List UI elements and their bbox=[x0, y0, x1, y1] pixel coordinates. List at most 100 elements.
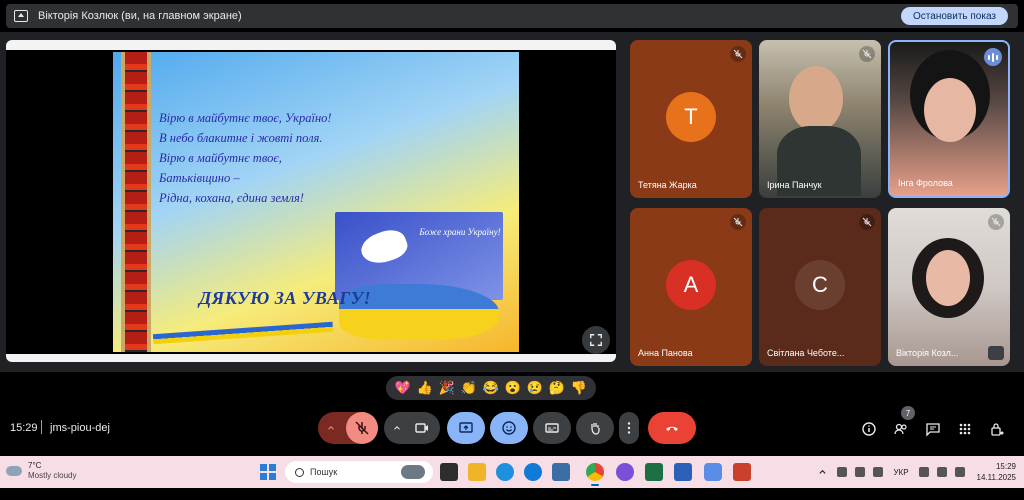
end-call-icon bbox=[666, 426, 678, 431]
tray-app-icon[interactable] bbox=[837, 467, 848, 477]
weather-condition: Mostly cloudy bbox=[28, 471, 77, 480]
wifi-icon[interactable] bbox=[918, 467, 929, 477]
taskbar-clock[interactable]: 15:29 14.11.2025 bbox=[977, 461, 1016, 483]
present-screen-icon bbox=[14, 10, 28, 22]
taskbar-search[interactable]: Пошук bbox=[285, 461, 433, 483]
camera-options-button[interactable] bbox=[384, 412, 440, 444]
mic-off-icon bbox=[988, 214, 1004, 230]
participant-video bbox=[926, 250, 970, 306]
reaction-thumbs-down[interactable]: 👎 bbox=[568, 380, 590, 396]
participant-video-tile[interactable]: Ірина Панчук bbox=[759, 40, 881, 198]
avatar: Т bbox=[666, 92, 716, 142]
participant-tile[interactable]: А Анна Панова bbox=[630, 208, 752, 366]
meeting-code: jms-piou-dej bbox=[50, 422, 110, 434]
chevron-up-icon bbox=[394, 426, 400, 430]
reaction-surprised[interactable]: 😮 bbox=[502, 380, 524, 396]
info-icon bbox=[862, 422, 876, 436]
reaction-thumbs-up[interactable]: 👍 bbox=[414, 380, 436, 396]
captions-icon bbox=[545, 423, 559, 433]
presentation-slide: Вірю в майбутнє твоє, Україно! В небо бл… bbox=[113, 52, 519, 352]
poem-line: В небо блакитне і жовті поля. bbox=[159, 131, 323, 145]
chrome-icon[interactable] bbox=[586, 463, 604, 486]
viber-icon[interactable] bbox=[616, 463, 634, 481]
participant-name: Інга Фролова bbox=[898, 178, 953, 188]
leave-call-button[interactable] bbox=[648, 412, 696, 444]
copilot-icon[interactable] bbox=[496, 463, 514, 481]
edge-icon[interactable] bbox=[524, 463, 542, 481]
shared-window-statusbar bbox=[6, 354, 616, 362]
self-video-tile[interactable]: Вікторія Козл... bbox=[888, 208, 1010, 366]
meeting-stage: Вірю в майбутнє твоє, Україно! В небо бл… bbox=[0, 32, 1024, 372]
slide-blessing: Боже храни Україну! bbox=[419, 227, 501, 237]
poem-line: Рідна, кохана, єдина земля! bbox=[159, 191, 304, 205]
language-indicator[interactable]: УКР bbox=[893, 468, 908, 477]
dove-image bbox=[357, 225, 411, 269]
participant-name: Світлана Чеботе... bbox=[767, 348, 845, 358]
fullscreen-button[interactable] bbox=[582, 326, 610, 354]
reaction-sad[interactable]: 😢 bbox=[524, 380, 546, 396]
weather-widget[interactable]: 7°C Mostly cloudy bbox=[6, 461, 76, 481]
mic-toggle-button[interactable] bbox=[346, 412, 378, 444]
emoji-button[interactable] bbox=[490, 412, 528, 444]
expand-icon bbox=[590, 334, 602, 346]
presenting-banner-text: Вікторія Козлюк (ви, на главном экране) bbox=[38, 10, 242, 22]
excel-icon[interactable] bbox=[645, 463, 663, 481]
onedrive-icon[interactable] bbox=[855, 467, 866, 477]
chat-button[interactable] bbox=[924, 420, 942, 438]
screen-share-view: Вірю в майбутнє твоє, Україно! В небо бл… bbox=[6, 40, 616, 362]
pen-icon[interactable] bbox=[873, 467, 884, 477]
speaking-indicator-icon bbox=[984, 48, 1002, 66]
reaction-heart[interactable]: 💖 bbox=[392, 380, 414, 396]
clock-date: 14.11.2025 bbox=[976, 473, 1016, 482]
word-icon[interactable] bbox=[674, 463, 692, 481]
windows-start-icon[interactable] bbox=[260, 464, 276, 480]
slide-thanks: ДЯКУЮ ЗА УВАГУ! bbox=[199, 288, 372, 308]
task-view-icon[interactable] bbox=[440, 463, 458, 481]
divider bbox=[41, 420, 42, 434]
participant-tile[interactable]: С Світлана Чеботе... bbox=[759, 208, 881, 366]
meeting-info-button[interactable] bbox=[860, 420, 878, 438]
powerpoint-icon[interactable] bbox=[733, 463, 751, 481]
reaction-thinking[interactable]: 🤔 bbox=[546, 380, 568, 396]
reaction-laugh[interactable]: 😂 bbox=[480, 380, 502, 396]
participant-name: Тетяна Жарка bbox=[638, 180, 697, 190]
stop-presenting-button[interactable]: Остановить показ bbox=[901, 7, 1008, 25]
people-icon bbox=[894, 423, 907, 435]
windows-taskbar: 7°C Mostly cloudy Пошук УКР 15:29 14.11.… bbox=[0, 456, 1024, 488]
battery-icon[interactable] bbox=[954, 467, 965, 477]
weather-temperature: 7°C bbox=[28, 461, 42, 470]
avatar: С bbox=[795, 260, 845, 310]
store-icon[interactable] bbox=[552, 463, 570, 481]
participant-video-tile[interactable]: Інга Фролова bbox=[888, 40, 1010, 198]
raise-hand-button[interactable] bbox=[576, 412, 614, 444]
more-options-button[interactable] bbox=[619, 412, 639, 444]
lock-person-icon bbox=[991, 423, 1004, 436]
people-button[interactable] bbox=[892, 420, 910, 438]
activities-button[interactable] bbox=[956, 420, 974, 438]
embroidery-ornament bbox=[121, 52, 151, 352]
present-button[interactable] bbox=[447, 412, 485, 444]
mic-off-icon bbox=[730, 214, 746, 230]
captions-button[interactable] bbox=[533, 412, 571, 444]
meeting-time: 15:29 bbox=[10, 422, 38, 434]
picture-in-picture-icon[interactable] bbox=[988, 346, 1004, 360]
reaction-party[interactable]: 🎉 bbox=[436, 380, 458, 396]
host-controls-button[interactable] bbox=[988, 420, 1006, 438]
flag-ribbon bbox=[152, 321, 334, 345]
poem-line: Вірю в майбутнє твоє, Україно! bbox=[159, 111, 332, 125]
app-icon[interactable] bbox=[704, 463, 722, 481]
slide-poem: Вірю в майбутнє твоє, Україно! В небо бл… bbox=[159, 108, 399, 208]
hand-icon bbox=[591, 423, 600, 435]
participant-name: Вікторія Козл... bbox=[896, 348, 959, 358]
search-placeholder: Пошук bbox=[310, 467, 338, 477]
file-explorer-icon[interactable] bbox=[468, 463, 486, 481]
participant-tile[interactable]: Т Тетяна Жарка bbox=[630, 40, 752, 198]
volume-icon[interactable] bbox=[936, 467, 947, 477]
meeting-control-bar: 15:29 jms-piou-dej 7 bbox=[0, 404, 1024, 454]
chevron-up-icon[interactable] bbox=[818, 468, 827, 477]
present-screen-icon bbox=[459, 422, 473, 433]
camera-icon[interactable] bbox=[414, 420, 430, 436]
reaction-clap[interactable]: 👏 bbox=[458, 380, 480, 396]
reactions-bar: 💖 👍 🎉 👏 😂 😮 😢 🤔 👎 bbox=[386, 376, 596, 400]
search-highlight-image bbox=[401, 465, 425, 479]
